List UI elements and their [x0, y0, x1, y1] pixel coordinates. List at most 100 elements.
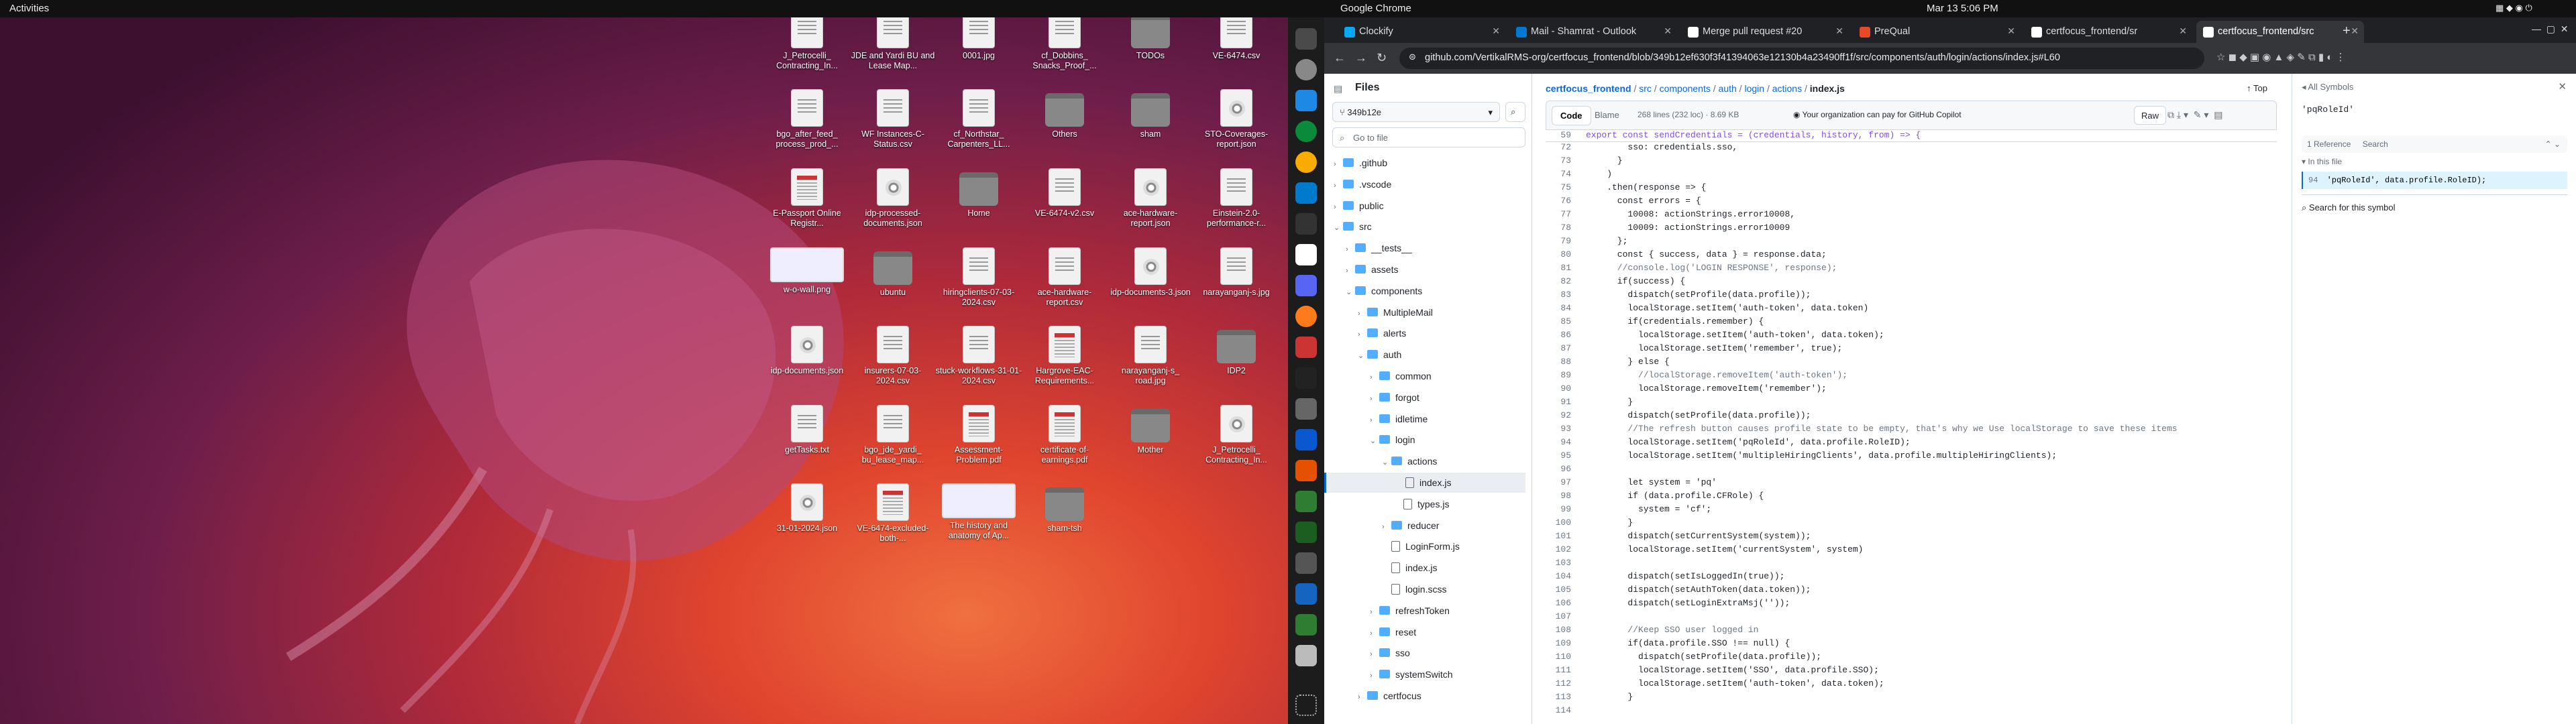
line-number[interactable]: 102	[1546, 543, 1586, 556]
desktop-icon[interactable]: 31-01-2024.json	[763, 483, 851, 534]
tree-file[interactable]: login.scss	[1324, 579, 1525, 599]
line-number[interactable]: 73	[1546, 154, 1586, 168]
desktop-icon[interactable]: Mother	[1107, 405, 1194, 455]
line-number[interactable]: 109	[1546, 637, 1586, 650]
close-icon[interactable]: ✕	[2179, 25, 2187, 37]
tree-file[interactable]: index.js	[1324, 558, 1525, 578]
line-number[interactable]: 108	[1546, 623, 1586, 637]
breadcrumb-item[interactable]: login	[1744, 83, 1764, 94]
close-icon[interactable]: ✕	[2558, 80, 2567, 93]
line-number[interactable]: 98	[1546, 489, 1586, 503]
desktop-icon[interactable]: Assessment-Problem.pdf	[935, 404, 1022, 465]
tree-folder[interactable]: ⌄ login	[1324, 430, 1525, 450]
desktop-icon[interactable]: cf_Northstar_ Carpenters_LL...	[935, 89, 1022, 149]
tree-folder[interactable]: › systemSwitch	[1324, 664, 1525, 684]
code-line[interactable]: 101 dispatch(setCurrentSystem(system));	[1546, 530, 2277, 543]
desktop-icon[interactable]: ace-hardware-report.json	[1107, 168, 1194, 229]
desktop-icon[interactable]: TODOs	[1107, 11, 1194, 61]
close-icon[interactable]: ✕	[1664, 25, 1672, 37]
line-number[interactable]: 82	[1546, 275, 1586, 288]
code-line[interactable]: 102 localStorage.setItem('currentSystem'…	[1546, 543, 2277, 556]
line-number[interactable]: 103	[1546, 556, 1586, 570]
code-line[interactable]: 85 if(credentials.remember) {	[1546, 315, 2277, 328]
line-number[interactable]: 76	[1546, 194, 1586, 208]
close-icon[interactable]: ✕	[1492, 25, 1500, 37]
desktop-icon[interactable]: narayanganj-s_ road.jpg	[1107, 326, 1194, 386]
dock-app-icon[interactable]	[1295, 121, 1317, 142]
tree-folder[interactable]: › .github	[1324, 153, 1525, 173]
code-line[interactable]: 104 dispatch(setIsLoggedIn(true));	[1546, 570, 2277, 583]
references-header[interactable]: 1 Reference Search ⌃ ⌄	[2302, 135, 2567, 153]
code-line[interactable]: 112 localStorage.setItem('auth-token', d…	[1546, 677, 2277, 690]
clock[interactable]: Mar 13 5:06 PM	[1927, 3, 1998, 14]
line-number[interactable]: 112	[1546, 677, 1586, 690]
dock-spreadsheet-icon[interactable]	[1295, 491, 1317, 512]
line-number[interactable]: 94	[1546, 436, 1586, 449]
desktop-icon[interactable]: getTasks.txt	[763, 404, 851, 455]
tab-code[interactable]: Code	[1552, 106, 1591, 125]
new-tab-button[interactable]: +	[2343, 23, 2351, 39]
file-actions-icons[interactable]: ⧉ ⤓ ▾ ✎ ▾ ▤	[2167, 109, 2222, 121]
forward-icon[interactable]: →	[1355, 51, 1367, 65]
code-line[interactable]: 111 localStorage.setItem('SSO', data.pro…	[1546, 664, 2277, 677]
tree-folder[interactable]: ⌄ components	[1324, 281, 1525, 301]
dock-app-icon[interactable]	[1295, 429, 1317, 450]
line-number[interactable]: 87	[1546, 342, 1586, 355]
breadcrumb-item[interactable]: actions	[1772, 83, 1802, 94]
code-line[interactable]: 76 const errors = {	[1546, 194, 2277, 208]
desktop-icon[interactable]: ubuntu	[849, 247, 936, 298]
code-line[interactable]: 103	[1546, 556, 2277, 570]
chevron-icons[interactable]: ⌃ ⌄	[2545, 139, 2561, 149]
dock-terminal-icon[interactable]	[1295, 28, 1317, 50]
tree-folder[interactable]: › reducer	[1324, 516, 1525, 536]
dock-postman-icon[interactable]	[1295, 306, 1317, 327]
code-line[interactable]: 92 dispatch(setProfile(data.profile));	[1546, 409, 2277, 422]
browser-tab[interactable]: certfocus_frontend/src ✕	[2196, 21, 2364, 43]
line-number[interactable]: 88	[1546, 355, 1586, 369]
desktop-icon[interactable]: sham-tsh	[1021, 483, 1108, 534]
go-to-file-input[interactable]: ⌕ Go to file	[1332, 127, 1525, 147]
line-number[interactable]: 99	[1546, 503, 1586, 516]
code-line[interactable]: 94 localStorage.setItem('pqRoleId', data…	[1546, 436, 2277, 449]
top-button[interactable]: ↑ Top	[2247, 83, 2267, 93]
desktop-icon[interactable]: insurers-07-03-2024.csv	[849, 326, 936, 386]
breadcrumb-item[interactable]: certfocus_frontend	[1546, 83, 1631, 94]
code-line[interactable]: 96	[1546, 463, 2277, 476]
desktop-icon[interactable]: idp-processed-documents.json	[849, 168, 936, 229]
address-bar[interactable]: ⊜ github.com/VertikalRMS-org/certfocus_f…	[1399, 48, 2204, 69]
line-number[interactable]: 81	[1546, 261, 1586, 275]
tree-file[interactable]: types.js	[1324, 494, 1525, 514]
line-number[interactable]: 104	[1546, 570, 1586, 583]
tree-folder[interactable]: › alerts	[1324, 323, 1525, 343]
breadcrumb-item[interactable]: src	[1639, 83, 1652, 94]
desktop-icon[interactable]: certificate-of-earnings.pdf	[1021, 404, 1108, 465]
references-search[interactable]: Search	[2363, 139, 2388, 149]
close-icon[interactable]: ✕	[2351, 25, 2359, 37]
desktop-icon[interactable]: w-o-wall.png	[763, 247, 851, 295]
desktop-icon[interactable]: The history and anatomy of Ap...	[935, 483, 1022, 541]
browser-tab[interactable]: Mail - Shamrat - Outlook ✕	[1509, 21, 1677, 43]
collapse-panel-icon[interactable]: ▤	[1334, 83, 1342, 95]
line-number[interactable]: 91	[1546, 396, 1586, 409]
dock-app-icon[interactable]	[1295, 90, 1317, 111]
desktop-icon[interactable]: sham	[1107, 89, 1194, 139]
line-number[interactable]: 80	[1546, 248, 1586, 261]
desktop-icon[interactable]: cf_Dobbins_ Snacks_Proof_...	[1021, 10, 1108, 71]
desktop-icon[interactable]: Home	[935, 168, 1022, 219]
tree-file[interactable]: index.js	[1324, 473, 1525, 493]
code-line[interactable]: 95 localStorage.setItem('multipleHiringC…	[1546, 449, 2277, 463]
close-icon[interactable]: ✕	[2007, 25, 2015, 37]
line-number[interactable]: 84	[1546, 302, 1586, 315]
line-number[interactable]: 95	[1546, 449, 1586, 463]
desktop-icon[interactable]: narayanganj-s.jpg	[1193, 247, 1280, 298]
tree-folder[interactable]: › public	[1324, 196, 1525, 216]
line-number[interactable]: 96	[1546, 463, 1586, 476]
desktop-icon[interactable]: Einstein-2.0-performance-r...	[1193, 168, 1280, 229]
tree-folder[interactable]: ⌄ src	[1324, 217, 1525, 237]
code-line[interactable]: 88 } else {	[1546, 355, 2277, 369]
desktop-icon[interactable]: E-Passport Online Registr...	[763, 168, 851, 229]
dock-trash-icon[interactable]	[1295, 645, 1317, 666]
desktop-icon[interactable]: bgo_after_feed_ process_prod_...	[763, 89, 851, 149]
line-number[interactable]: 100	[1546, 516, 1586, 530]
reload-icon[interactable]: ↻	[1377, 51, 1387, 65]
